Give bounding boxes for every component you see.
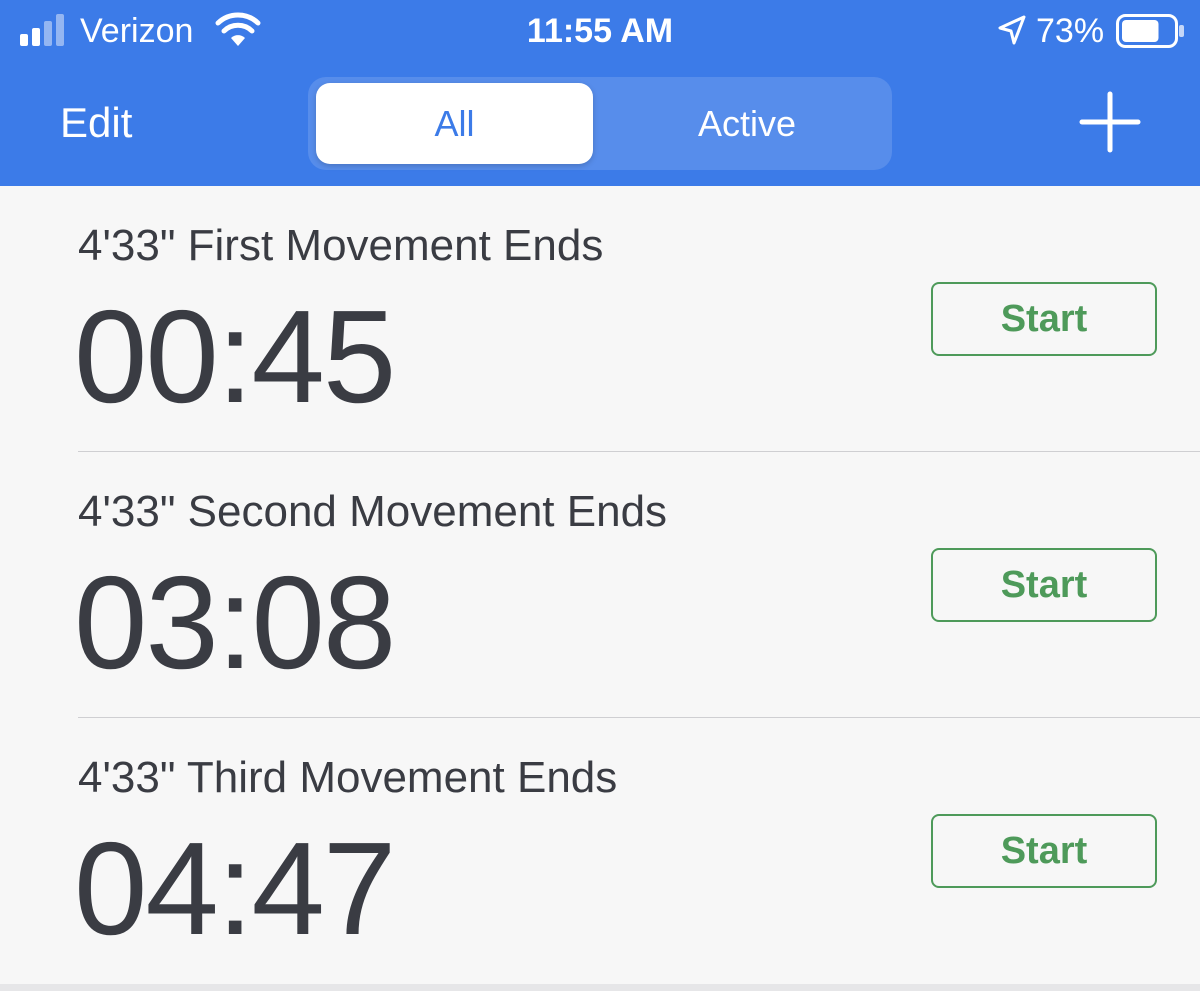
start-button[interactable]: Start xyxy=(931,548,1157,622)
location-arrow-icon xyxy=(998,15,1026,45)
list-item: 4'33" Third Movement Ends 04:47 Start xyxy=(0,718,1200,984)
timer-list: 4'33" First Movement Ends 00:45 Start 4'… xyxy=(0,186,1200,991)
timer-title: 4'33" First Movement Ends xyxy=(78,221,604,270)
list-item: 4'33" First Movement Ends 00:45 Start xyxy=(0,186,1200,452)
timer-title: 4'33" Third Movement Ends xyxy=(78,753,618,802)
battery-icon xyxy=(1116,14,1184,48)
timer-duration: 03:08 xyxy=(74,549,396,696)
timer-duration: 04:47 xyxy=(74,815,396,962)
segment-active[interactable]: Active xyxy=(608,83,886,164)
navigation-bar: Edit All Active xyxy=(0,62,1200,186)
start-button[interactable]: Start xyxy=(931,282,1157,356)
bottom-edge xyxy=(0,984,1200,991)
filter-segmented-control: All Active xyxy=(308,77,892,170)
edit-button[interactable]: Edit xyxy=(60,98,132,148)
status-bar: Verizon 11:55 AM 73% xyxy=(0,0,1200,62)
start-button[interactable]: Start xyxy=(931,814,1157,888)
battery-percentage: 73% xyxy=(1036,12,1105,50)
timer-title: 4'33" Second Movement Ends xyxy=(78,487,668,536)
app-header: Verizon 11:55 AM 73% Edit All Active xyxy=(0,0,1200,186)
plus-icon[interactable] xyxy=(1078,90,1142,154)
segment-all[interactable]: All xyxy=(316,83,593,164)
timer-duration: 00:45 xyxy=(74,283,396,430)
list-item: 4'33" Second Movement Ends 03:08 Start xyxy=(0,452,1200,718)
